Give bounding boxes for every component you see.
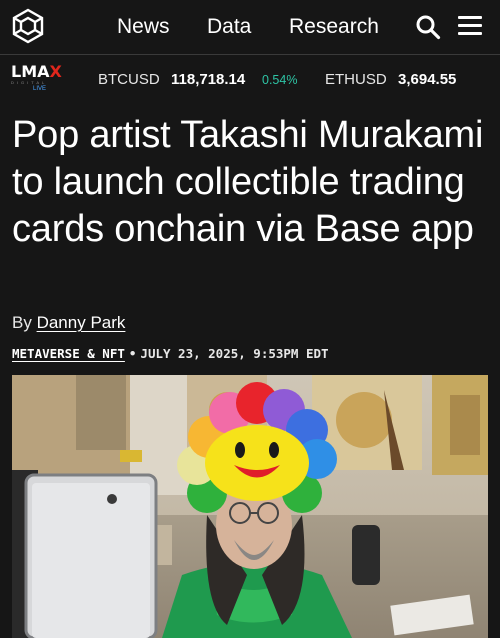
ticker-symbol-btc[interactable]: BTCUSD xyxy=(98,71,160,88)
nav-link-data[interactable]: Data xyxy=(207,15,251,39)
article-meta: METAVERSE & NFT • JULY 23, 2025, 9:53PM ED… xyxy=(12,346,329,361)
price-ticker: LMAX DIGITAL LIVE BTCUSD 118,718.14 0.54… xyxy=(0,55,500,103)
ticker-price-btc: 118,718.14 xyxy=(171,71,246,88)
lmax-logo[interactable]: LMAX DIGITAL LIVE xyxy=(11,64,75,98)
nav-link-news[interactable]: News xyxy=(117,15,170,39)
top-navigation: News Data Research xyxy=(0,0,500,54)
ticker-symbol-eth[interactable]: ETHUSD xyxy=(325,71,387,88)
lmax-x-letter: X xyxy=(49,62,62,81)
hamburger-menu-icon[interactable] xyxy=(458,16,482,36)
article-dateline: JULY 23, 2025, 9:53PM EDT xyxy=(140,346,329,361)
ticker-price-eth: 3,694.55 xyxy=(398,71,457,88)
article-byline: By Danny Park xyxy=(12,313,125,333)
lmax-live-label: LIVE xyxy=(33,86,47,92)
hero-image xyxy=(12,375,488,638)
category-link[interactable]: METAVERSE & NFT xyxy=(12,346,125,361)
nav-link-research[interactable]: Research xyxy=(289,15,379,39)
author-link[interactable]: Danny Park xyxy=(37,313,126,332)
article-headline: Pop artist Takashi Murakami to launch co… xyxy=(12,114,484,250)
lmax-wordmark: LMAX xyxy=(11,62,62,81)
search-icon[interactable] xyxy=(415,14,441,40)
byline-prefix: By xyxy=(12,313,32,332)
meta-separator: • xyxy=(128,346,137,361)
ticker-change-btc: 0.54% xyxy=(262,73,298,87)
